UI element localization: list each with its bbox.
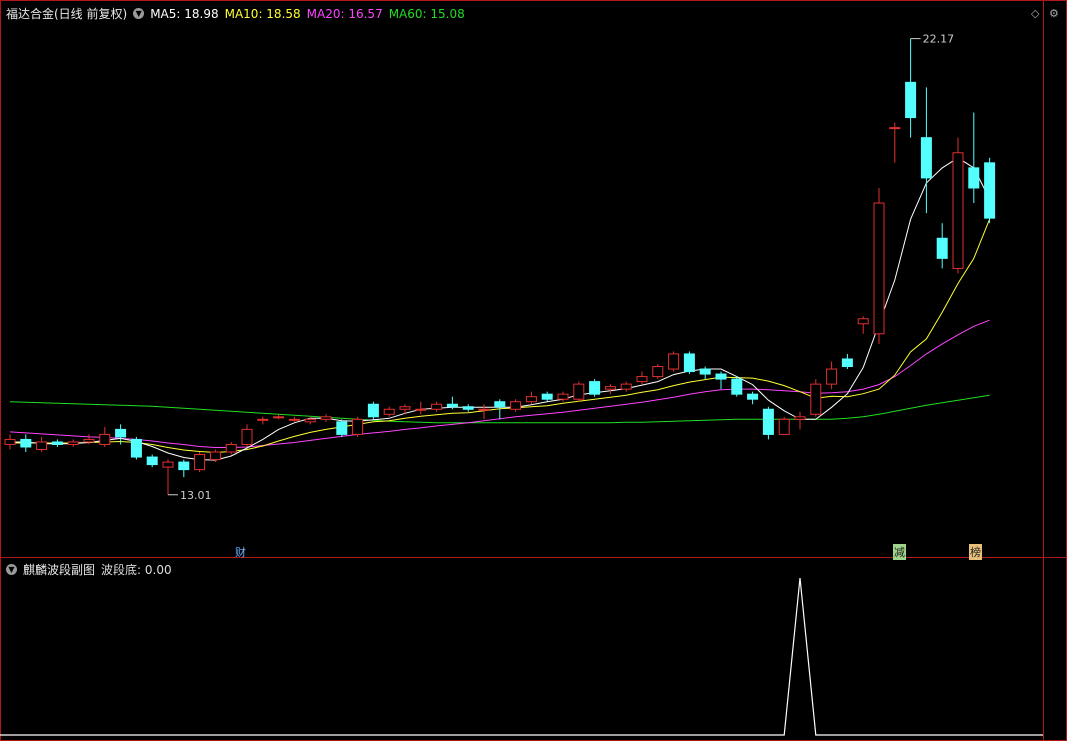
candle-body bbox=[20, 438, 32, 448]
ma20-line bbox=[9, 319, 990, 448]
candle-body bbox=[431, 403, 443, 410]
candle-body bbox=[747, 393, 759, 400]
ma60-legend: MA60: 15.08 bbox=[388, 6, 465, 21]
candle-body bbox=[462, 406, 474, 410]
candle-body bbox=[178, 461, 190, 471]
candle-body bbox=[683, 353, 695, 373]
candle-body bbox=[873, 202, 885, 335]
candle-body bbox=[857, 318, 869, 325]
gear-icon[interactable]: ⚙ bbox=[1049, 7, 1059, 20]
candle-body bbox=[652, 366, 664, 378]
mark-cai[interactable]: 财 bbox=[234, 544, 247, 560]
band-bottom-line bbox=[0, 577, 1043, 736]
candle-body bbox=[510, 401, 522, 410]
candle-body bbox=[273, 416, 285, 419]
candle-body bbox=[130, 438, 142, 458]
candle-body bbox=[620, 383, 632, 390]
candle-body bbox=[194, 454, 206, 471]
candle-body bbox=[826, 368, 838, 385]
candle-body bbox=[778, 418, 790, 435]
candle-body bbox=[4, 438, 16, 445]
candle-body bbox=[541, 393, 553, 400]
main-chart-header: 福达合金(日线 前复权) ▼ MA5: 18.98 MA10: 18.58 MA… bbox=[6, 5, 465, 22]
candle-body bbox=[367, 403, 379, 418]
high-label: 22.17 bbox=[923, 33, 955, 46]
candle-body bbox=[905, 81, 917, 119]
candle-body bbox=[336, 421, 348, 435]
candle-body bbox=[699, 368, 711, 375]
candle-body bbox=[67, 441, 79, 445]
sub-chart-value: 波段底: 0.00 bbox=[101, 563, 172, 577]
candle-body bbox=[889, 127, 901, 130]
candle-body bbox=[225, 443, 237, 453]
candle-body bbox=[589, 381, 601, 395]
candle-body bbox=[415, 408, 427, 411]
candle-body bbox=[668, 353, 680, 370]
candle-body bbox=[968, 167, 980, 189]
candle-body bbox=[209, 451, 221, 461]
mark-jian[interactable]: 减 bbox=[893, 544, 906, 560]
chart-title: 福达合金(日线 前复权) bbox=[6, 7, 128, 21]
candle-body bbox=[99, 433, 111, 445]
candle-body bbox=[984, 162, 996, 219]
sub-chart-header: ▼ 麒麟波段副图 波段底: 0.00 bbox=[6, 561, 172, 578]
candle-body bbox=[304, 418, 316, 423]
candle-body bbox=[573, 383, 585, 400]
candle-body bbox=[715, 373, 727, 380]
candle-body bbox=[794, 416, 806, 420]
ma20-legend: MA20: 16.57 bbox=[306, 6, 383, 21]
candle-body bbox=[636, 376, 648, 383]
candle-body bbox=[952, 152, 964, 269]
candle-body bbox=[320, 416, 332, 420]
candle-body bbox=[604, 386, 616, 390]
candle-body bbox=[810, 383, 822, 415]
candle-body bbox=[115, 428, 127, 438]
candle-body bbox=[352, 418, 364, 435]
candle-body bbox=[241, 428, 253, 445]
candle-body bbox=[146, 456, 158, 466]
candle-body bbox=[383, 408, 395, 415]
ma5-legend: MA5: 18.98 bbox=[150, 6, 219, 21]
ma10-legend: MA10: 18.58 bbox=[224, 6, 301, 21]
candle-body bbox=[51, 441, 63, 445]
candlestick-chart[interactable]: 22.17 13.01 bbox=[0, 0, 1067, 741]
candle-body bbox=[478, 408, 490, 411]
candle-body bbox=[257, 418, 269, 421]
candle-body bbox=[494, 401, 506, 408]
candle-body bbox=[841, 358, 853, 368]
chevron-down-icon[interactable]: ▼ bbox=[133, 8, 145, 19]
sub-chart-title: 麒麟波段副图 bbox=[23, 563, 96, 577]
candle-body bbox=[288, 418, 300, 421]
candle-body bbox=[525, 396, 537, 403]
candle-body bbox=[762, 408, 774, 435]
candle-body bbox=[731, 378, 743, 395]
candle-body bbox=[162, 461, 174, 468]
candle-body bbox=[557, 393, 569, 400]
low-label: 13.01 bbox=[180, 489, 212, 502]
chevron-down-icon[interactable]: ▼ bbox=[6, 564, 17, 575]
candle-body bbox=[936, 237, 948, 259]
candle-body bbox=[446, 403, 458, 408]
candle-body bbox=[920, 137, 932, 179]
candle-body bbox=[36, 441, 48, 450]
diamond-icon[interactable]: ◇ bbox=[1031, 7, 1039, 20]
candle-body bbox=[399, 406, 411, 410]
mark-bang[interactable]: 榜 bbox=[969, 544, 982, 560]
candle-body bbox=[83, 438, 95, 443]
